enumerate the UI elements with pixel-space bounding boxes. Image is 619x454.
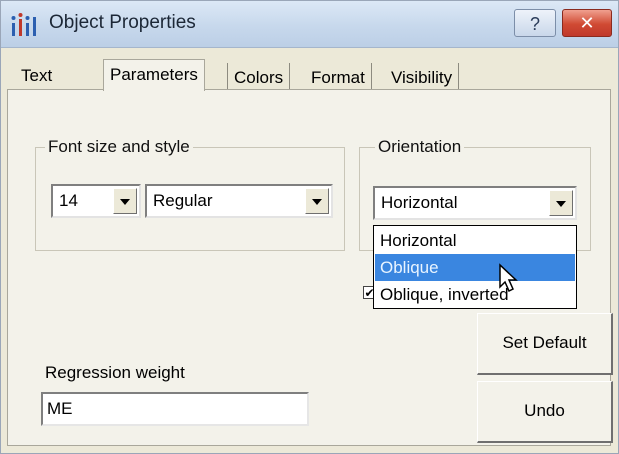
title-bar: Object Properties ? ✕: [1, 1, 618, 48]
orientation-dropdown-list: Horizontal Oblique Oblique, inverted: [373, 225, 577, 309]
help-button[interactable]: ?: [514, 9, 556, 37]
close-icon: ✕: [579, 13, 595, 33]
font-size-value: 14: [59, 191, 78, 210]
tab-colors-label: Colors: [234, 68, 284, 87]
chevron-down-icon[interactable]: [549, 190, 573, 216]
set-default-label: Set Default: [502, 333, 587, 352]
font-size-style-title: Font size and style: [45, 137, 193, 157]
tab-parameters-label: Parameters: [110, 65, 198, 84]
close-button[interactable]: ✕: [562, 9, 612, 37]
font-size-combo[interactable]: 14: [51, 184, 141, 218]
dropdown-option-oblique-inverted[interactable]: Oblique, inverted: [375, 281, 575, 308]
orientation-combo[interactable]: Horizontal: [373, 186, 577, 220]
tab-visibility-label: Visibility: [391, 68, 453, 87]
tab-parameters[interactable]: Parameters: [103, 59, 205, 91]
mouse-cursor-icon: [499, 263, 518, 293]
orientation-value: Horizontal: [381, 193, 458, 212]
dropdown-option-horizontal[interactable]: Horizontal: [375, 227, 575, 254]
app-icon: [11, 13, 36, 36]
orientation-title: Orientation: [375, 137, 465, 157]
font-style-combo[interactable]: Regular: [145, 184, 333, 218]
regression-weight-field[interactable]: ME: [41, 392, 309, 426]
tab-format-label: Format: [311, 68, 365, 87]
chevron-down-icon[interactable]: [305, 188, 329, 214]
regression-weight-label: Regression weight: [45, 363, 185, 382]
dropdown-option-oblique[interactable]: Oblique: [375, 254, 575, 281]
window-title: Object Properties: [49, 12, 196, 33]
help-icon: ?: [529, 14, 540, 34]
tab-text-label: Text: [21, 66, 53, 85]
set-default-button[interactable]: Set Default: [477, 313, 613, 375]
tab-text[interactable]: Text: [15, 61, 58, 91]
undo-button[interactable]: Undo: [477, 381, 613, 443]
undo-label: Undo: [524, 401, 565, 420]
object-properties-dialog: Object Properties ? ✕ Text Parameters Co…: [0, 0, 619, 454]
font-style-value: Regular: [153, 191, 213, 210]
chevron-down-icon[interactable]: [113, 188, 137, 214]
regression-weight-value: ME: [47, 399, 73, 418]
